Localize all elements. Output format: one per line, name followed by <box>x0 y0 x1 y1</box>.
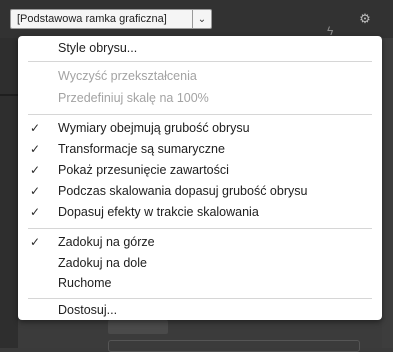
menu-item-clear-transformations: Wyczyść przekształcenia <box>18 66 382 86</box>
menu-item-label: Zadokuj na dole <box>58 256 147 270</box>
menu-separator <box>28 298 372 299</box>
frame-style-value: [Podstawowa ramka graficzna] <box>17 13 167 25</box>
menu-item-dock-top[interactable]: ✓ Zadokuj na górze <box>18 232 382 252</box>
menu-separator <box>28 114 372 115</box>
background-field <box>108 340 360 352</box>
control-panel-bar: [Podstawowa ramka graficzna] ⌄ ϟ ⚙ <box>0 0 393 39</box>
menu-item-label: Dostosuj... <box>58 303 118 317</box>
right-panel-edge <box>382 38 393 348</box>
check-icon: ✓ <box>29 184 41 198</box>
check-icon: ✓ <box>29 142 41 156</box>
gear-icon[interactable]: ⚙ <box>358 12 372 26</box>
menu-separator <box>28 228 372 229</box>
menu-item-redefine-scale: Przedefiniuj skalę na 100% <box>18 88 382 108</box>
menu-item-dock-bottom[interactable]: Zadokuj na dole <box>18 253 382 273</box>
menu-separator <box>28 61 372 62</box>
check-icon: ✓ <box>29 205 41 219</box>
frame-style-dropdown[interactable]: [Podstawowa ramka graficzna] ⌄ <box>10 9 212 29</box>
menu-item-label: Podczas skalowania dopasuj grubość obrys… <box>58 184 308 198</box>
menu-item-floating[interactable]: Ruchome <box>18 273 382 293</box>
check-icon: ✓ <box>29 121 41 135</box>
background-control <box>108 320 168 334</box>
chevron-down-icon[interactable]: ⌄ <box>192 10 211 28</box>
menu-item-label: Ruchome <box>58 276 112 290</box>
background-panel <box>18 318 382 352</box>
menu-item-dimensions-include-stroke[interactable]: ✓ Wymiary obejmują grubość obrysu <box>18 118 382 138</box>
menu-item-label: Dopasuj efekty w trakcie skalowania <box>58 205 259 219</box>
control-panel-menu: Style obrysu... Wyczyść przekształcenia … <box>18 36 382 320</box>
menu-item-adjust-effects[interactable]: ✓ Dopasuj efekty w trakcie skalowania <box>18 202 382 222</box>
menu-item-label: Wyczyść przekształcenia <box>58 69 197 83</box>
check-icon: ✓ <box>29 163 41 177</box>
menu-item-stroke-styles[interactable]: Style obrysu... <box>18 38 382 58</box>
menu-item-label: Przedefiniuj skalę na 100% <box>58 91 209 105</box>
left-panel-edge <box>0 38 18 348</box>
menu-item-label: Transformacje są sumaryczne <box>58 142 225 156</box>
divider <box>0 94 18 96</box>
check-icon: ✓ <box>29 235 41 249</box>
menu-item-label: Wymiary obejmują grubość obrysu <box>58 121 250 135</box>
menu-item-label: Style obrysu... <box>58 41 138 55</box>
menu-item-show-content-offset[interactable]: ✓ Pokaż przesunięcie zawartości <box>18 160 382 180</box>
menu-item-label: Zadokuj na górze <box>58 235 155 249</box>
menu-item-customize[interactable]: Dostosuj... <box>18 300 382 320</box>
menu-item-label: Pokaż przesunięcie zawartości <box>58 163 229 177</box>
menu-item-transformations-cumulative[interactable]: ✓ Transformacje są sumaryczne <box>18 139 382 159</box>
menu-item-adjust-stroke-weight[interactable]: ✓ Podczas skalowania dopasuj grubość obr… <box>18 181 382 201</box>
